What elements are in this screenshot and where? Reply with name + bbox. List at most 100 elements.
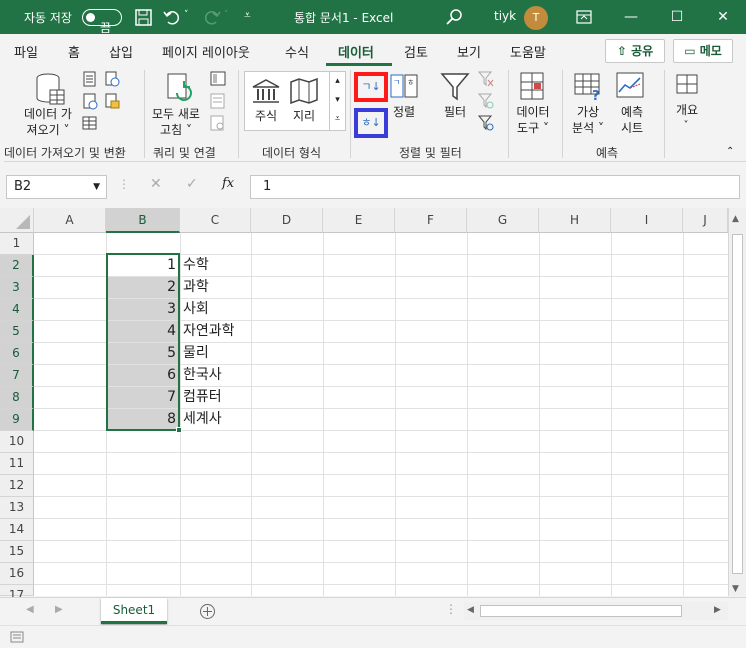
column-header-f[interactable]: F xyxy=(395,208,467,233)
search-icon[interactable] xyxy=(445,8,463,26)
row-header[interactable]: 11 xyxy=(0,453,34,475)
cell-b5[interactable]: 4 xyxy=(106,321,180,343)
horizontal-scrollbar[interactable]: ◀ ▶ xyxy=(464,602,728,620)
collapse-ribbon-icon[interactable]: ⌃ xyxy=(726,146,734,157)
undo-icon[interactable] xyxy=(163,9,181,26)
outline-dropdown-icon[interactable]: ˅ xyxy=(680,118,692,134)
tab-home[interactable]: 홈 xyxy=(68,42,80,61)
worksheet-grid[interactable]: A B C D E F G H I J 1 2 3 4 5 6 7 8 9 10… xyxy=(0,208,746,602)
cell-b7[interactable]: 6 xyxy=(106,365,180,387)
row-header[interactable]: 14 xyxy=(0,519,34,541)
row-header[interactable]: 9 xyxy=(0,409,34,431)
customize-qat-icon[interactable]: ⩡ xyxy=(244,8,251,23)
cell-c6[interactable]: 물리 xyxy=(180,343,251,365)
row-header[interactable]: 17 xyxy=(0,585,34,602)
share-button[interactable]: ⇧ 공유 xyxy=(605,39,665,63)
cell-b2[interactable]: 1 xyxy=(106,255,180,277)
cell-b3[interactable]: 2 xyxy=(106,277,180,299)
recent-sources-icon[interactable] xyxy=(104,71,120,88)
column-header-c[interactable]: C xyxy=(180,208,251,233)
tab-file[interactable]: 파일 xyxy=(14,42,38,61)
column-header-d[interactable]: D xyxy=(251,208,323,233)
row-header[interactable]: 16 xyxy=(0,563,34,585)
from-table-icon[interactable] xyxy=(82,115,98,132)
sort-descending-button[interactable]: ㅎ↓ xyxy=(359,113,383,133)
row-header[interactable]: 6 xyxy=(0,343,34,365)
gallery-scroll[interactable]: ▴ ▾ ⩡ xyxy=(329,72,345,130)
cell-c2[interactable]: 수학 xyxy=(180,255,251,277)
from-web-icon[interactable] xyxy=(82,93,98,110)
data-types-gallery[interactable]: 주식 지리 ▴ ▾ ⩡ xyxy=(244,71,346,131)
user-name[interactable]: tiyk xyxy=(494,9,516,23)
formula-input[interactable]: 1 xyxy=(250,175,740,199)
row-header[interactable]: 12 xyxy=(0,475,34,497)
avatar[interactable]: T xyxy=(524,6,548,30)
existing-connections-icon[interactable] xyxy=(104,93,120,110)
vertical-scrollbar[interactable]: ▲ ▼ xyxy=(728,208,746,596)
data-tools-label[interactable]: 데이터 도구 ˅ xyxy=(510,104,556,136)
scroll-left-icon[interactable]: ◀ xyxy=(467,605,474,615)
what-if-analysis-icon[interactable]: ? xyxy=(573,72,605,102)
column-header-a[interactable]: A xyxy=(34,208,106,233)
refresh-all-icon[interactable] xyxy=(164,72,198,106)
row-header[interactable]: 5 xyxy=(0,321,34,343)
name-box-dropdown-icon[interactable]: ▼ xyxy=(93,176,100,198)
tab-split-grip-icon[interactable]: ⋮ xyxy=(445,602,457,616)
cell-c9[interactable]: 세계사 xyxy=(180,409,251,431)
tab-formulas[interactable]: 수식 xyxy=(285,42,309,61)
scroll-down-icon[interactable]: ▼ xyxy=(732,584,739,594)
column-header-g[interactable]: G xyxy=(467,208,539,233)
row-header[interactable]: 8 xyxy=(0,387,34,409)
cell-c7[interactable]: 한국사 xyxy=(180,365,251,387)
vertical-scroll-thumb[interactable] xyxy=(732,234,743,574)
column-header-h[interactable]: H xyxy=(539,208,611,233)
row-header[interactable]: 7 xyxy=(0,365,34,387)
row-header[interactable]: 10 xyxy=(0,431,34,453)
cell-b9[interactable]: 8 xyxy=(106,409,180,431)
tab-review[interactable]: 검토 xyxy=(404,42,428,61)
ribbon-display-icon[interactable] xyxy=(576,10,592,24)
tab-view[interactable]: 보기 xyxy=(457,42,481,61)
forecast-sheet-label[interactable]: 예측 시트 xyxy=(610,104,654,136)
column-header-i[interactable]: I xyxy=(611,208,683,233)
advanced-filter-icon[interactable] xyxy=(478,115,494,131)
row-header[interactable]: 3 xyxy=(0,277,34,299)
cell-c3[interactable]: 과학 xyxy=(180,277,251,299)
cell-b6[interactable]: 5 xyxy=(106,343,180,365)
undo-dropdown-icon[interactable]: ˅ xyxy=(184,10,189,20)
comments-button[interactable]: ▭ 메모 xyxy=(673,39,733,63)
column-header-e[interactable]: E xyxy=(323,208,395,233)
row-header[interactable]: 4 xyxy=(0,299,34,321)
database-icon[interactable] xyxy=(34,72,68,108)
get-data-label[interactable]: 데이터 가 져오기 ˅ xyxy=(18,106,78,138)
outline-label[interactable]: 개요 xyxy=(668,102,706,118)
forecast-sheet-icon[interactable] xyxy=(616,72,646,102)
row-header[interactable]: 1 xyxy=(0,233,34,255)
filter-label[interactable]: 필터 xyxy=(438,104,472,120)
row-header[interactable]: 2 xyxy=(0,255,34,277)
maximize-icon[interactable]: ☐ xyxy=(654,0,700,34)
row-header[interactable]: 13 xyxy=(0,497,34,519)
sort-ascending-button[interactable]: ㄱ↓ xyxy=(359,77,383,97)
prev-sheet-icon[interactable]: ◀ xyxy=(26,604,34,615)
autosave-toggle[interactable]: 끔 xyxy=(82,9,122,35)
minimize-icon[interactable]: — xyxy=(608,0,654,34)
next-sheet-icon[interactable]: ▶ xyxy=(55,604,63,615)
cell-b4[interactable]: 3 xyxy=(106,299,180,321)
select-all-corner[interactable] xyxy=(0,208,34,233)
column-header-b[interactable]: B xyxy=(106,208,180,233)
outline-icon[interactable] xyxy=(674,72,700,98)
queries-connections-icon[interactable] xyxy=(210,71,226,87)
close-icon[interactable]: ✕ xyxy=(700,0,746,34)
add-sheet-icon[interactable] xyxy=(199,603,216,620)
cell-c4[interactable]: 사회 xyxy=(180,299,251,321)
refresh-all-label[interactable]: 모두 새로 고침 ˅ xyxy=(146,106,206,138)
fill-handle[interactable] xyxy=(176,427,182,433)
row-header[interactable]: 15 xyxy=(0,541,34,563)
cell-b8[interactable]: 7 xyxy=(106,387,180,409)
column-header-j[interactable]: J xyxy=(683,208,728,233)
data-tools-icon[interactable] xyxy=(518,72,548,102)
tab-data[interactable]: 데이터 xyxy=(338,42,374,61)
scroll-up-icon[interactable]: ▲ xyxy=(732,214,739,224)
tab-page-layout[interactable]: 페이지 레이아웃 xyxy=(162,42,250,61)
